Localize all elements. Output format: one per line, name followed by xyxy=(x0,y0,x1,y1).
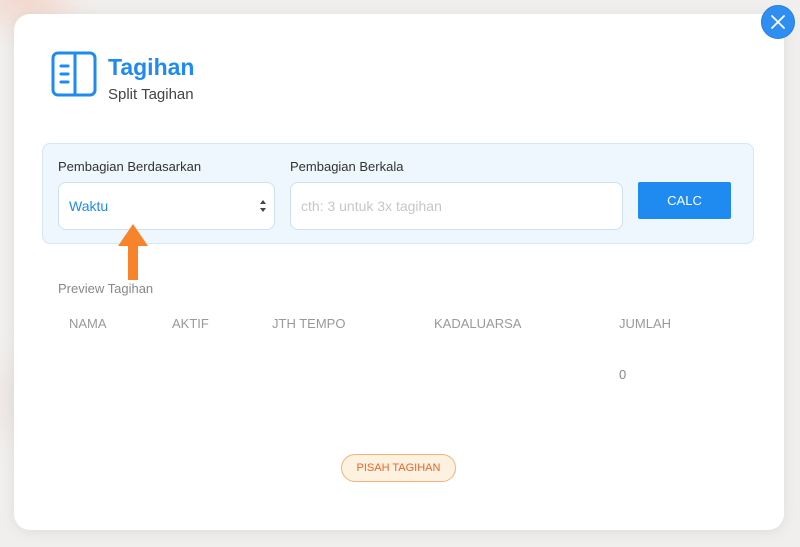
split-bill-button[interactable]: PISAH TAGIHAN xyxy=(341,454,456,482)
document-icon xyxy=(51,51,97,97)
periodic-split-label: Pembagian Berkala xyxy=(290,159,404,174)
close-icon xyxy=(771,15,785,29)
close-button[interactable] xyxy=(761,5,795,39)
column-header-kadaluarsa: KADALUARSA xyxy=(434,316,522,331)
column-header-jumlah: JUMLAH xyxy=(619,316,672,331)
modal-title: Tagihan xyxy=(108,54,195,80)
periodic-split-input[interactable] xyxy=(290,182,623,230)
column-header-jth-tempo: JTH TEMPO xyxy=(272,316,346,331)
split-by-select[interactable]: Waktu xyxy=(58,182,275,230)
column-header-nama: NAMA xyxy=(69,316,107,331)
modal-subtitle: Split Tagihan xyxy=(108,86,194,103)
split-by-value: Waktu xyxy=(69,198,109,214)
calc-button[interactable]: CALC xyxy=(638,182,731,219)
up-arrow-icon xyxy=(118,224,148,280)
split-by-label: Pembagian Berdasarkan xyxy=(58,159,202,174)
sort-arrows-icon xyxy=(260,200,266,212)
column-header-aktif: AKTIF xyxy=(172,316,209,331)
preview-label: Preview Tagihan xyxy=(58,281,154,296)
total-amount: 0 xyxy=(619,367,627,382)
